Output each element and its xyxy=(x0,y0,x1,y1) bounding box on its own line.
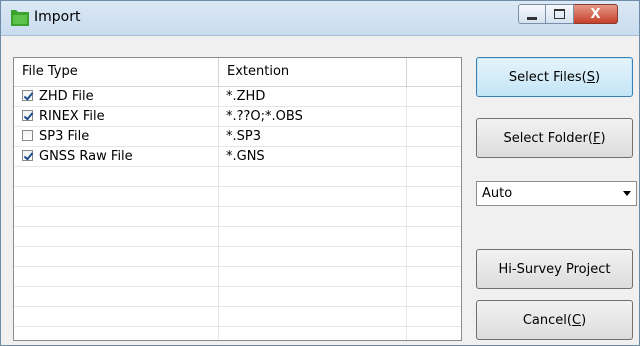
close-button[interactable]: X xyxy=(574,4,618,24)
column-header-file-type[interactable]: File Type xyxy=(14,58,219,86)
extention-cell xyxy=(219,327,407,340)
list-item xyxy=(14,307,461,327)
cancel-hotkey: C xyxy=(571,312,582,328)
minimize-button[interactable] xyxy=(518,4,546,24)
cancel-label: Cancel( xyxy=(522,312,572,328)
extention-cell xyxy=(219,247,407,266)
list-item xyxy=(14,227,461,247)
file-type-cell xyxy=(14,267,219,286)
file-type-label: SP3 File xyxy=(39,129,90,144)
file-type-list[interactable]: File Type Extention ZHD File *.ZHD RINEX F… xyxy=(13,57,462,341)
file-type-checkbox[interactable] xyxy=(22,130,33,141)
column-header-empty[interactable] xyxy=(407,58,461,86)
minimize-icon xyxy=(527,16,537,20)
extention-cell xyxy=(219,307,407,326)
file-type-label: ZHD File xyxy=(39,89,94,104)
maximize-icon xyxy=(554,9,565,19)
list-item xyxy=(14,167,461,187)
extention-cell: *.ZHD xyxy=(219,87,407,106)
list-item xyxy=(14,287,461,307)
file-type-cell: SP3 File xyxy=(14,127,219,146)
title-bar[interactable]: Import X xyxy=(1,1,639,36)
file-type-cell xyxy=(14,187,219,206)
empty-cell xyxy=(407,87,461,106)
close-icon: X xyxy=(590,6,601,22)
empty-cell xyxy=(407,187,461,206)
empty-cell xyxy=(407,327,461,340)
extention-cell xyxy=(219,187,407,206)
empty-cell xyxy=(407,207,461,226)
select-folder-label-tail: ) xyxy=(600,130,606,146)
file-type-cell: GNSS Raw File xyxy=(14,147,219,166)
empty-cell xyxy=(407,127,461,146)
window-title: Import xyxy=(34,9,81,25)
mode-select-value: Auto xyxy=(482,186,513,201)
import-dialog: Import X File Type Extention ZHD File *.Z… xyxy=(0,0,640,346)
empty-cell xyxy=(407,287,461,306)
cancel-label-tail: ) xyxy=(581,312,587,328)
chevron-down-icon xyxy=(623,191,631,196)
select-files-label-tail: ) xyxy=(595,69,601,85)
file-type-cell xyxy=(14,287,219,306)
list-item xyxy=(14,207,461,227)
file-type-cell xyxy=(14,207,219,226)
empty-cell xyxy=(407,147,461,166)
list-item[interactable]: GNSS Raw File *.GNS xyxy=(14,147,461,167)
file-type-cell: ZHD File xyxy=(14,87,219,106)
extention-cell xyxy=(219,167,407,186)
cancel-button[interactable]: Cancel(C) xyxy=(476,300,633,340)
select-files-button[interactable]: Select Files(S) xyxy=(476,57,633,97)
list-item[interactable]: RINEX File *.??O;*.OBS xyxy=(14,107,461,127)
file-type-cell: RINEX File xyxy=(14,107,219,126)
extention-cell xyxy=(219,207,407,226)
extention-cell xyxy=(219,287,407,306)
select-files-label: Select Files( xyxy=(508,69,587,85)
empty-cell xyxy=(407,227,461,246)
extention-cell xyxy=(219,267,407,286)
select-folder-hotkey: F xyxy=(592,130,601,146)
file-type-cell xyxy=(14,327,219,340)
mode-select[interactable]: Auto xyxy=(476,181,637,206)
list-item xyxy=(14,267,461,287)
file-type-cell xyxy=(14,167,219,186)
empty-cell xyxy=(407,267,461,286)
list-item xyxy=(14,247,461,267)
file-type-cell xyxy=(14,307,219,326)
list-item xyxy=(14,327,461,340)
select-files-hotkey: S xyxy=(586,69,596,85)
file-type-checkbox[interactable] xyxy=(22,90,33,101)
extention-cell: *.GNS xyxy=(219,147,407,166)
hi-survey-project-button[interactable]: Hi-Survey Project xyxy=(476,249,633,289)
select-folder-label: Select Folder( xyxy=(503,130,593,146)
file-type-checkbox[interactable] xyxy=(22,150,33,161)
file-type-label: GNSS Raw File xyxy=(39,149,133,164)
file-type-cell xyxy=(14,247,219,266)
list-item[interactable]: ZHD File *.ZHD xyxy=(14,87,461,107)
empty-cell xyxy=(407,167,461,186)
hi-survey-project-label: Hi-Survey Project xyxy=(498,261,611,277)
app-icon xyxy=(11,10,29,26)
empty-cell xyxy=(407,247,461,266)
file-type-label: RINEX File xyxy=(39,109,105,124)
file-type-checkbox[interactable] xyxy=(22,110,33,121)
list-item xyxy=(14,187,461,207)
list-header: File Type Extention xyxy=(14,58,461,87)
empty-cell xyxy=(407,307,461,326)
empty-cell xyxy=(407,107,461,126)
list-item[interactable]: SP3 File *.SP3 xyxy=(14,127,461,147)
select-folder-button[interactable]: Select Folder(F) xyxy=(476,118,633,158)
extention-cell xyxy=(219,227,407,246)
file-type-cell xyxy=(14,227,219,246)
column-header-extention[interactable]: Extention xyxy=(219,58,407,86)
extention-cell: *.SP3 xyxy=(219,127,407,146)
maximize-button[interactable] xyxy=(546,4,574,24)
extention-cell: *.??O;*.OBS xyxy=(219,107,407,126)
